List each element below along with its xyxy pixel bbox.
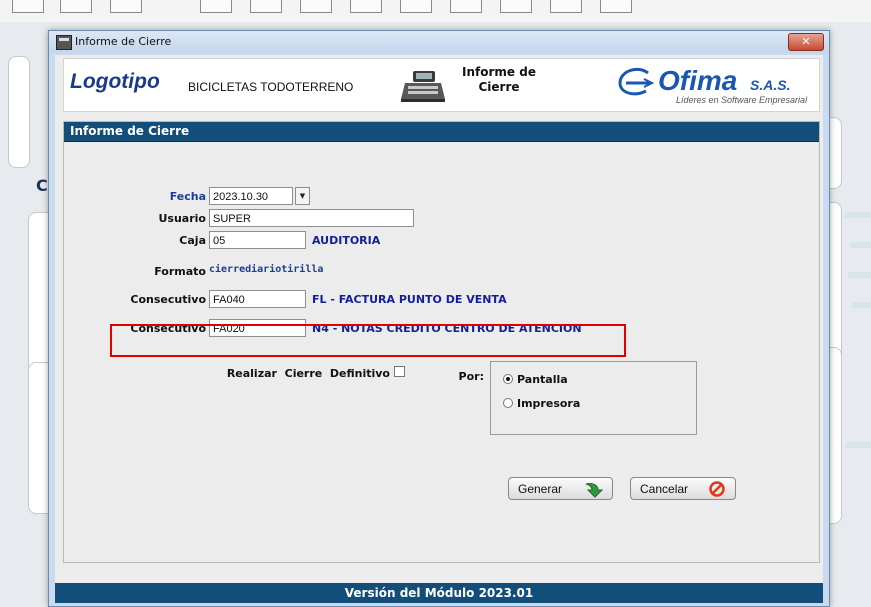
report-title-line2: Cierre [478,80,520,94]
impresora-label: Impresora [517,397,581,410]
background-stripe [846,442,871,448]
toolbar-button[interactable] [110,0,142,13]
ofima-tagline: Líderes en Software Empresarial [676,95,808,105]
ofima-brand-suffix: S.A.S. [750,77,791,93]
cancelar-button[interactable]: Cancelar [630,477,736,500]
highlight-annotation [110,324,626,357]
background-toolbar [0,0,871,23]
dropdown-arrow-icon: ▼ [299,192,306,200]
por-label: Por: [458,370,484,383]
toolbar-button[interactable] [250,0,282,13]
fecha-label: Fecha [169,190,206,203]
background-stripe [850,242,871,248]
version-footer: Versión del Módulo 2023.01 [55,583,823,603]
usuario-label: Usuario [158,212,207,225]
background-stripe [848,272,871,278]
cierre-definitivo-checkbox[interactable] [394,366,405,377]
toolbar-button[interactable] [300,0,332,13]
cancel-circle-icon [709,481,725,497]
green-arrow-icon [585,483,604,498]
ofima-logo-icon [618,67,655,96]
window-app-icon [56,35,72,50]
report-header: Logotipo BICICLETAS TODOTERRENO Informe … [63,58,820,112]
fecha-dropdown-button[interactable]: ▼ [295,187,310,205]
caja-label: Caja [179,234,206,247]
company-name: BICICLETAS TODOTERRENO [188,80,354,94]
close-button[interactable]: ✕ [788,33,824,51]
fecha-field[interactable]: 2023.10.30 [209,187,293,205]
cancelar-label: Cancelar [640,482,689,496]
toolbar-button[interactable] [60,0,92,13]
pantalla-label: Pantalla [517,373,568,386]
toolbar-button[interactable] [200,0,232,13]
consecutivo-label: Consecutivo [130,293,206,306]
panel-header: Informe de Cierre [64,122,819,142]
toolbar-button[interactable] [12,0,44,13]
window-titlebar[interactable]: Informe de Cierre ✕ [49,31,829,53]
background-stripe [852,302,871,308]
background-stripe [845,212,871,218]
module-version: Versión del Módulo 2023.01 [344,586,534,600]
caja-field[interactable]: 05 [209,231,306,249]
toolbar-button[interactable] [500,0,532,13]
background-heading-letter: C [36,176,48,195]
company-logo: Logotipo [70,70,160,93]
report-title: Informe de Cierre [449,65,549,95]
formato-label: Formato [154,265,206,278]
cash-register-icon [401,71,445,102]
formato-value: cierrediariotirilla [209,264,324,275]
window-title: Informe de Cierre [75,35,172,48]
generar-label: Generar [518,482,563,496]
consecutivo-description: FL - FACTURA PUNTO DE VENTA [312,293,507,306]
ofima-logo: Ofima S.A.S. Líderes en Software Empresa… [616,63,816,107]
background-panel [8,56,30,168]
usuario-field[interactable]: SUPER [209,209,414,227]
pantalla-radio[interactable] [503,374,513,384]
report-title-line1: Informe de [462,65,536,79]
caja-description: AUDITORIA [312,234,381,247]
impresora-radio[interactable] [503,398,513,408]
toolbar-button[interactable] [600,0,632,13]
ofima-brand-word: Ofima [658,65,738,96]
toolbar-button[interactable] [350,0,382,13]
consecutivo-field[interactable]: FA040 [209,290,306,308]
toolbar-button[interactable] [450,0,482,13]
generar-button[interactable]: Generar [508,477,613,500]
informe-cierre-window: Informe de Cierre ✕ Logotipo BICICLETAS … [48,30,830,607]
panel-title: Informe de Cierre [70,124,190,138]
toolbar-button[interactable] [400,0,432,13]
output-option-group: Pantalla Impresora [490,361,697,435]
close-icon: ✕ [801,35,811,48]
cierre-definitivo-label: Realizar Cierre Definitivo [226,367,390,380]
toolbar-button[interactable] [550,0,582,13]
